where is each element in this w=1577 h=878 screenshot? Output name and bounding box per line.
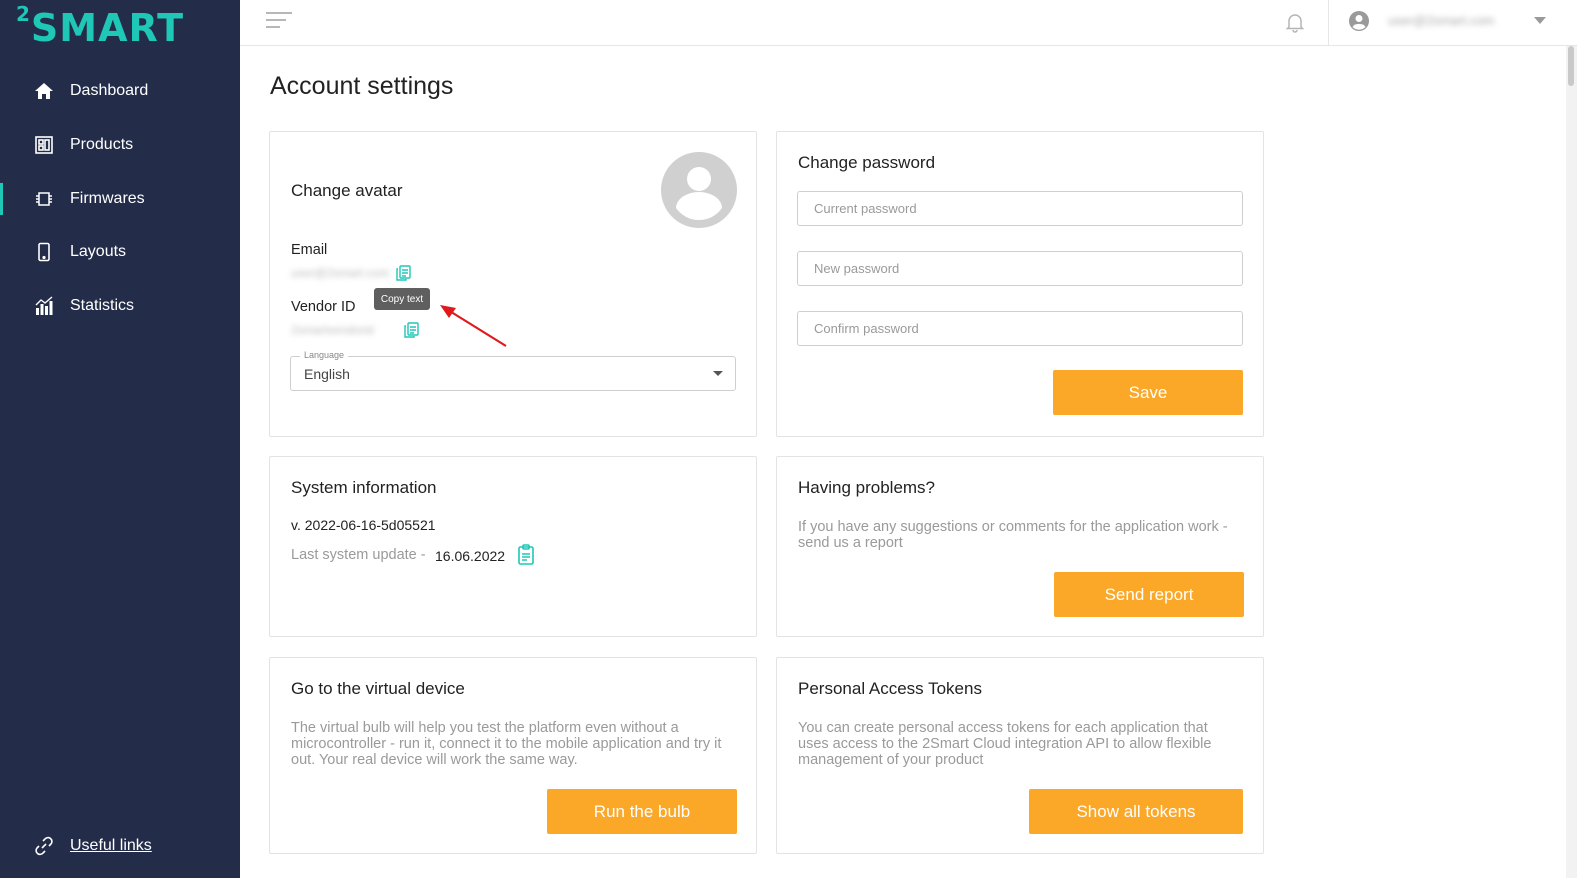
useful-links[interactable]: Useful links	[0, 826, 240, 866]
system-info-card: System information v. 2022-06-16-5d05521…	[269, 456, 757, 637]
current-password-field[interactable]	[797, 191, 1243, 226]
save-button[interactable]: Save	[1053, 370, 1243, 415]
card-title: Personal Access Tokens	[798, 679, 982, 698]
link-icon	[34, 836, 54, 856]
user-email[interactable]: user@2smart.com	[1388, 13, 1494, 28]
copy-email-icon[interactable]	[394, 264, 412, 282]
email-label: Email	[291, 242, 328, 258]
language-value: English	[304, 366, 350, 382]
version-text: v. 2022-06-16-5d05521	[291, 517, 436, 533]
bar-chart-icon	[34, 296, 54, 316]
confirm-password-field[interactable]	[797, 311, 1243, 346]
chip-icon	[34, 189, 54, 209]
avatar-card: Change avatar Email user@2smart.com Vend…	[269, 131, 757, 437]
sidebar-item-label: Products	[70, 136, 134, 153]
problems-card: Having problems? If you have any suggest…	[776, 456, 1264, 637]
bell-icon[interactable]	[1284, 11, 1306, 33]
problems-description-line-2: send us a report	[798, 535, 903, 551]
card-title: System information	[291, 478, 437, 497]
scrollbar[interactable]	[1566, 46, 1577, 878]
send-report-button[interactable]: Send report	[1054, 572, 1244, 617]
current-password-input[interactable]	[798, 192, 1242, 225]
virtual-device-card: Go to the virtual device The virtual bul…	[269, 657, 757, 854]
clipboard-icon[interactable]	[517, 544, 535, 566]
sidebar-item-firmwares[interactable]: Firmwares	[0, 179, 240, 219]
virtual-description-line-1: The virtual bulb will help you test the …	[291, 720, 679, 736]
vendor-id-value: 2smartvendorid	[291, 323, 374, 337]
sidebar-item-label: Layouts	[70, 243, 127, 260]
email-value: user@2smart.com	[291, 266, 390, 280]
problems-description-line-1: If you have any suggestions or comments …	[798, 519, 1228, 535]
app-logo[interactable]: 2SMART	[16, 2, 184, 50]
copy-vendor-id-icon[interactable]	[402, 321, 420, 339]
home-icon	[34, 81, 54, 101]
chevron-down-icon	[713, 371, 723, 376]
divider	[1328, 0, 1329, 46]
sidebar-item-products[interactable]: Products	[0, 125, 240, 165]
card-title: Go to the virtual device	[291, 679, 465, 698]
confirm-password-input[interactable]	[798, 312, 1242, 345]
sidebar: 2SMART Dashboard Products Firmwares Layo…	[0, 0, 240, 878]
sidebar-item-label: Dashboard	[70, 82, 149, 99]
new-password-field[interactable]	[797, 251, 1243, 286]
sidebar-item-label: Firmwares	[70, 190, 145, 207]
annotation-arrow-icon	[440, 305, 507, 347]
phone-icon	[34, 242, 54, 262]
sidebar-item-statistics[interactable]: Statistics	[0, 286, 240, 326]
virtual-description-line-2: microcontroller - run it, connect it to …	[291, 736, 722, 752]
last-update-value: 16.06.2022	[435, 548, 506, 564]
sidebar-item-layouts[interactable]: Layouts	[0, 232, 240, 272]
top-bar: user@2smart.com	[240, 0, 1577, 46]
products-icon	[34, 135, 54, 155]
tokens-description-line-3: management of your product	[798, 752, 984, 768]
card-title: Having problems?	[798, 478, 936, 497]
run-the-bulb-button[interactable]: Run the bulb	[547, 789, 737, 834]
user-avatar-icon[interactable]	[1348, 10, 1370, 32]
password-card: Change password Save	[776, 131, 1264, 437]
virtual-description-line-3: out. Your real device will work the same…	[291, 752, 578, 768]
page-title: Account settings	[270, 72, 454, 100]
show-all-tokens-button[interactable]: Show all tokens	[1029, 789, 1243, 834]
language-label: Language	[300, 350, 349, 360]
card-title: Change password	[798, 153, 936, 172]
last-update-label: Last system update -	[291, 547, 426, 563]
copy-text-tooltip: Copy text	[374, 288, 430, 310]
vendor-id-label: Vendor ID	[291, 299, 356, 315]
tokens-description-line-1: You can create personal access tokens fo…	[798, 720, 1208, 736]
user-menu-chevron-down-icon[interactable]	[1534, 17, 1546, 24]
new-password-input[interactable]	[798, 252, 1242, 285]
avatar[interactable]	[661, 152, 737, 228]
tokens-card: Personal Access Tokens You can create pe…	[776, 657, 1264, 854]
language-select[interactable]: Language English	[290, 350, 736, 391]
useful-links-label[interactable]: Useful links	[70, 837, 152, 855]
tokens-description-line-2: uses access to the 2Smart Cloud integrat…	[798, 736, 1212, 752]
sidebar-item-label: Statistics	[70, 297, 135, 314]
sidebar-item-dashboard[interactable]: Dashboard	[0, 71, 240, 111]
card-title: Change avatar	[291, 181, 403, 200]
menu-toggle-icon[interactable]	[266, 12, 294, 32]
